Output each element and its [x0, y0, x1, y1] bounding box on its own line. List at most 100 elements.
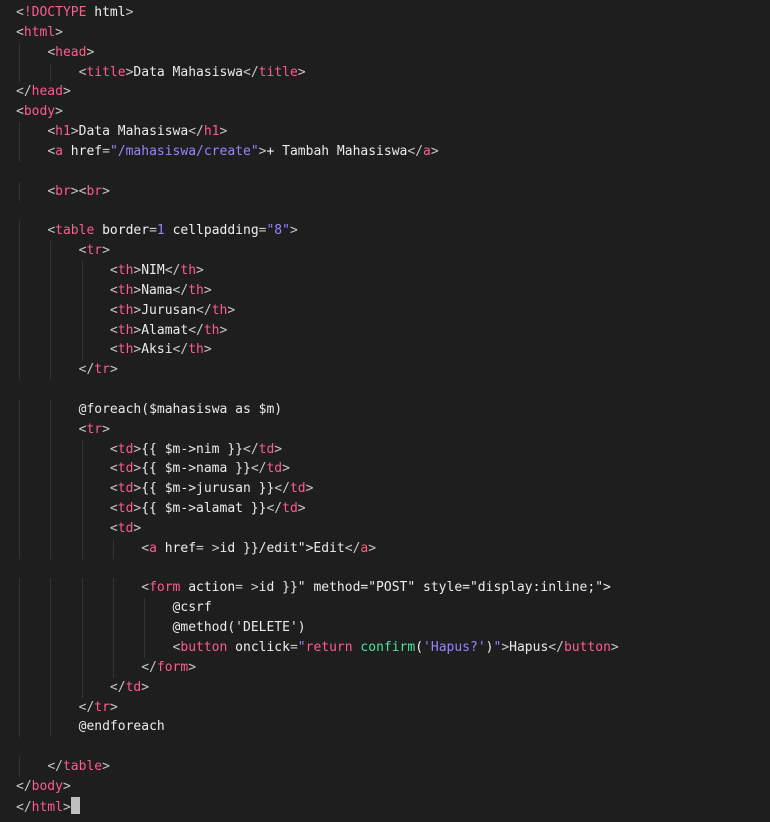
indent-guide — [50, 439, 52, 460]
code-line[interactable]: <head> — [16, 42, 619, 63]
code-text: <a href= >id }}/edit">Edit</a> — [141, 540, 377, 556]
code-line[interactable]: <th>Alamat</th> — [16, 320, 619, 341]
code-line[interactable]: <td> — [16, 518, 619, 539]
indent-guide — [19, 618, 20, 638]
code-editor[interactable]: <!DOCTYPE html> <html> <head> <title>Data… — [0, 0, 770, 822]
code-text: </form> — [141, 659, 197, 675]
indent-guide — [50, 677, 52, 698]
indent-guide — [19, 122, 20, 142]
code-text: <th>Alamat</th> — [109, 322, 228, 338]
code-text: <td> — [109, 520, 142, 536]
indent-guide — [50, 697, 52, 718]
code-line[interactable]: </table> — [16, 757, 619, 777]
code-line[interactable]: <form action= >id }}" method="POST" styl… — [16, 578, 619, 599]
indent-guide — [81, 538, 83, 559]
indent-guide — [50, 62, 52, 83]
indent-guide — [19, 340, 20, 361]
indent-guide — [50, 260, 52, 281]
code-line[interactable]: ​ — [16, 737, 619, 757]
indent-guide — [144, 638, 146, 658]
code-text: <th>Aksi</th> — [109, 342, 212, 358]
code-line[interactable]: </head> — [16, 82, 619, 102]
code-text: </tr> — [78, 362, 118, 378]
code-line[interactable]: <td>{{ $m->jurusan }}</td> — [16, 479, 619, 500]
indent-guide — [50, 419, 52, 440]
indent-guide — [81, 459, 83, 480]
indent-guide — [50, 717, 52, 738]
code-line[interactable]: <a href="/mahasiswa/create">+ Tambah Mah… — [16, 141, 619, 162]
code-line[interactable]: <tr> — [16, 419, 619, 440]
indent-guide — [81, 260, 83, 281]
code-line[interactable]: </body> — [16, 777, 619, 797]
code-line[interactable]: </tr> — [16, 360, 619, 381]
code-line[interactable]: <button onclick="return confirm('Hapus?'… — [16, 638, 619, 658]
code-text: @foreach($mahasiswa as $m) — [78, 401, 283, 417]
indent-guide — [19, 62, 20, 83]
code-line[interactable]: </form> — [16, 657, 619, 678]
code-line[interactable]: <th>Jurusan</th> — [16, 300, 619, 321]
indent-guide — [50, 280, 52, 301]
code-text: <td>{{ $m->alamat }}</td> — [109, 501, 306, 517]
indent-guide — [19, 499, 20, 519]
indent-guide — [19, 181, 20, 202]
indent-guide — [50, 518, 52, 539]
indent-guide — [81, 320, 83, 341]
code-line[interactable]: </html> — [16, 796, 770, 817]
code-line[interactable]: @foreach($mahasiswa as $m) — [16, 399, 619, 420]
code-text: <a href="/mahasiswa/create">+ Tambah Mah… — [47, 143, 439, 159]
indent-guide — [50, 657, 52, 678]
code-line[interactable]: <h1>Data Mahasiswa</h1> — [16, 122, 619, 142]
code-line[interactable]: <body> — [16, 102, 619, 122]
indent-guide — [19, 320, 20, 341]
code-line[interactable]: ​ — [16, 559, 619, 579]
code-line[interactable]: ​ — [16, 380, 619, 400]
indent-guide — [50, 538, 52, 559]
code-text: <tr> — [78, 421, 110, 437]
indent-guide — [50, 499, 52, 519]
code-text: </body> — [16, 778, 71, 794]
indent-guide — [81, 518, 83, 539]
indent-guide — [19, 300, 20, 321]
code-line[interactable]: <th>Aksi</th> — [16, 340, 619, 361]
indent-guide — [112, 578, 114, 599]
indent-guide — [19, 479, 20, 500]
code-line[interactable]: <td>{{ $m->alamat }}</td> — [16, 499, 619, 519]
code-line[interactable]: @endforeach — [16, 717, 619, 738]
indent-guide — [112, 618, 114, 638]
code-line[interactable]: <th>Nama</th> — [16, 280, 619, 301]
indent-guide — [112, 598, 114, 619]
indent-guide — [19, 677, 20, 698]
indent-guide — [19, 399, 20, 420]
code-line[interactable]: <tr> — [16, 241, 619, 261]
indent-guide — [112, 657, 114, 678]
code-text: <!DOCTYPE html> — [16, 5, 134, 20]
code-text: <body> — [16, 104, 63, 120]
code-line[interactable]: <br><br> — [16, 181, 619, 202]
indent-guide — [81, 618, 83, 638]
code-line[interactable]: <title>Data Mahasiswa</title> — [16, 62, 619, 83]
indent-guide — [81, 499, 83, 519]
editor-gutter — [0, 0, 14, 822]
indent-guide — [19, 578, 20, 599]
code-area[interactable]: <!DOCTYPE html> <html> <head> <title>Data… — [16, 3, 770, 817]
code-line[interactable]: <a href= >id }}/edit">Edit</a> — [16, 538, 619, 559]
code-line[interactable]: ​ — [16, 201, 619, 221]
code-line[interactable]: <td>{{ $m->nim }}</td> — [16, 439, 619, 460]
code-text: <button onclick="return confirm('Hapus?'… — [172, 640, 619, 655]
code-text: </html> — [16, 799, 71, 815]
indent-guide — [81, 439, 83, 460]
code-line[interactable]: @csrf — [16, 598, 619, 619]
indent-guide — [81, 657, 83, 678]
code-line[interactable]: </tr> — [16, 697, 619, 718]
code-line[interactable]: <!DOCTYPE html> — [16, 3, 619, 23]
code-line[interactable]: @method('DELETE') — [16, 618, 619, 638]
code-line[interactable]: <html> — [16, 23, 619, 43]
indent-guide — [50, 360, 52, 381]
code-line[interactable]: <th>NIM</th> — [16, 260, 619, 281]
code-line[interactable]: </td> — [16, 677, 619, 698]
code-line[interactable]: <table border=1 cellpadding="8"> — [16, 221, 619, 242]
code-line[interactable]: ​ — [16, 162, 619, 182]
indent-guide — [19, 598, 20, 619]
indent-guide — [50, 598, 52, 619]
code-line[interactable]: <td>{{ $m->nama }}</td> — [16, 459, 619, 480]
